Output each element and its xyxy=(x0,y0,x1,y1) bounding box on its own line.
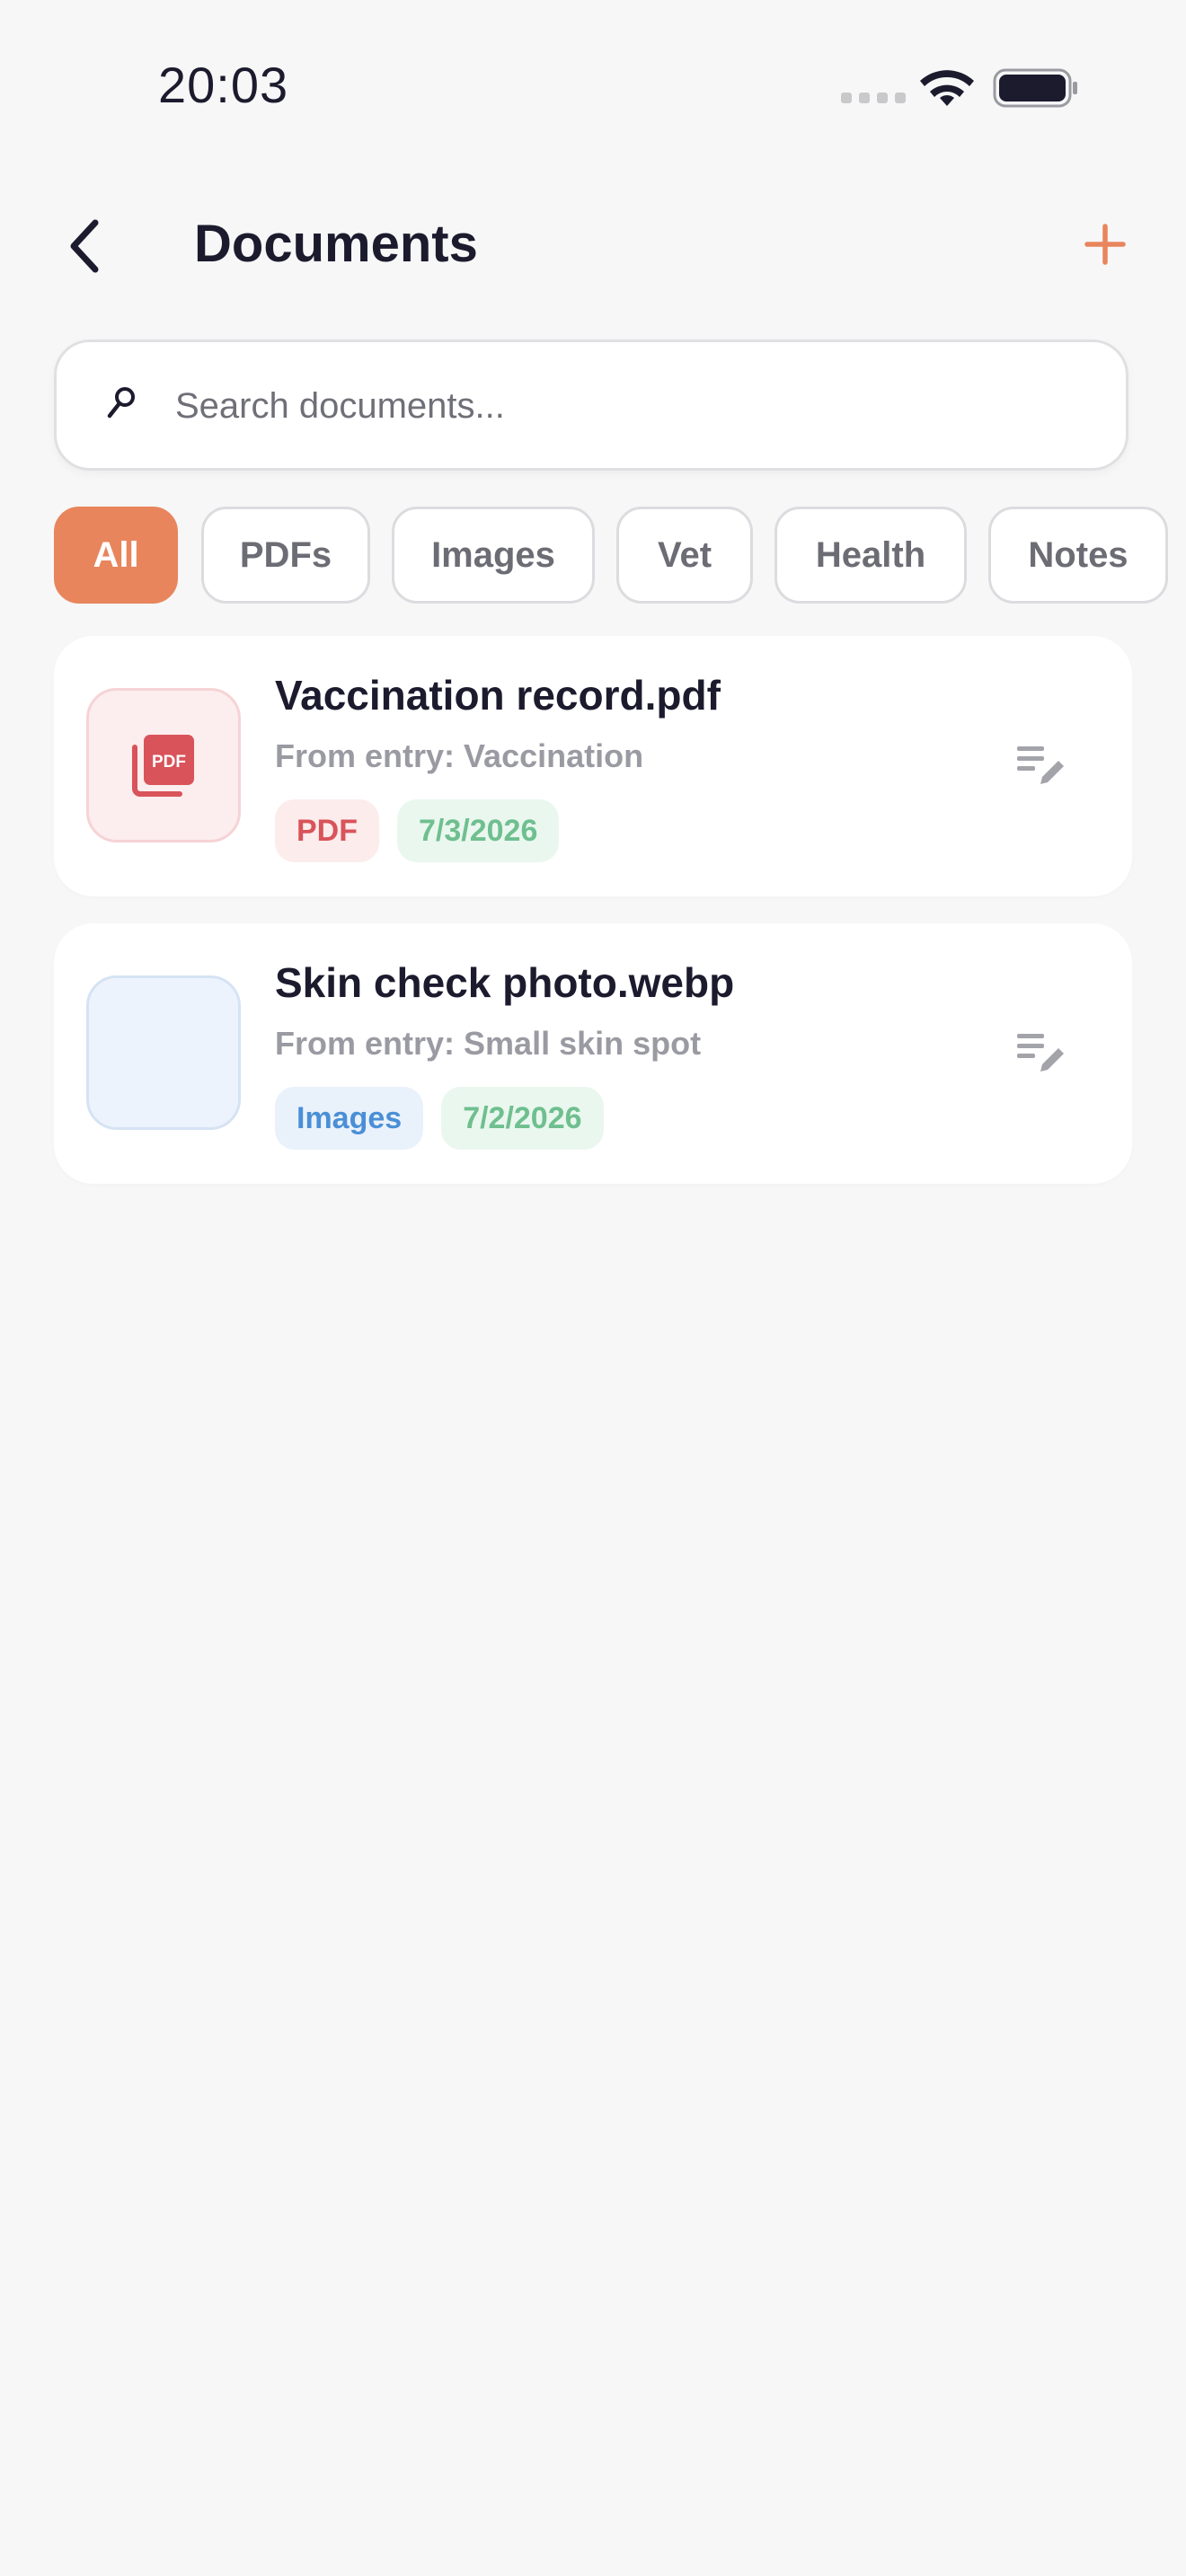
filter-chip-label: Images xyxy=(431,534,555,575)
filter-chips: All PDFs Images Vet Health Notes xyxy=(54,507,1186,605)
date-badge: 7/2/2026 xyxy=(441,1087,604,1150)
filter-chip-label: Health xyxy=(815,534,926,575)
filter-chip-all[interactable]: All xyxy=(54,507,178,604)
battery-icon xyxy=(993,68,1077,108)
document-card[interactable]: PDF Vaccination record.pdf From entry: V… xyxy=(54,636,1132,896)
search-input[interactable] xyxy=(173,360,1093,452)
page-title: Documents xyxy=(194,215,478,273)
edit-notes-icon xyxy=(1017,746,1064,784)
cellular-signal-icon xyxy=(841,92,913,108)
add-document-button[interactable] xyxy=(1071,210,1139,278)
chevron-left-icon xyxy=(70,219,99,273)
image-thumbnail xyxy=(86,975,241,1130)
filter-chip-label: All xyxy=(93,534,139,575)
type-badge: PDF xyxy=(275,799,379,862)
type-badge: Images xyxy=(275,1087,424,1150)
plus-icon xyxy=(1084,224,1126,265)
filter-chip-label: Vet xyxy=(657,534,712,575)
document-title: Vaccination record.pdf xyxy=(275,672,721,719)
back-button[interactable] xyxy=(50,212,119,280)
filter-chip-notes[interactable]: Notes xyxy=(988,507,1168,604)
filter-chip-pdfs[interactable]: PDFs xyxy=(201,507,370,604)
document-source: From entry: Small skin spot xyxy=(275,1025,702,1062)
document-card[interactable]: Skin check photo.webp From entry: Small … xyxy=(54,923,1132,1184)
filter-chip-vet[interactable]: Vet xyxy=(616,507,753,604)
document-title: Skin check photo.webp xyxy=(275,959,735,1006)
pdf-file-icon: PDF xyxy=(132,735,194,797)
edit-notes-button[interactable] xyxy=(1006,1022,1078,1085)
document-source: From entry: Vaccination xyxy=(275,737,644,774)
filter-chip-health[interactable]: Health xyxy=(774,507,967,604)
status-indicators xyxy=(836,65,1087,110)
search-box[interactable] xyxy=(54,340,1128,471)
filter-chip-label: PDFs xyxy=(239,534,332,575)
document-tags: PDF 7/3/2026 xyxy=(275,799,577,862)
document-tags: Images 7/2/2026 xyxy=(275,1087,622,1150)
wifi-icon xyxy=(920,70,974,106)
edit-notes-button[interactable] xyxy=(1006,735,1078,798)
edit-notes-icon xyxy=(1017,1034,1064,1072)
filter-chip-label: Notes xyxy=(1028,534,1128,575)
document-thumbnail: PDF xyxy=(86,688,241,842)
filter-chip-images[interactable]: Images xyxy=(392,507,595,604)
status-time: 20:03 xyxy=(158,57,289,113)
svg-text:PDF: PDF xyxy=(152,753,186,772)
status-bar: 20:03 xyxy=(0,0,1186,171)
date-badge: 7/3/2026 xyxy=(397,799,560,862)
nav-header: Documents xyxy=(0,198,1186,287)
search-icon xyxy=(107,387,135,419)
